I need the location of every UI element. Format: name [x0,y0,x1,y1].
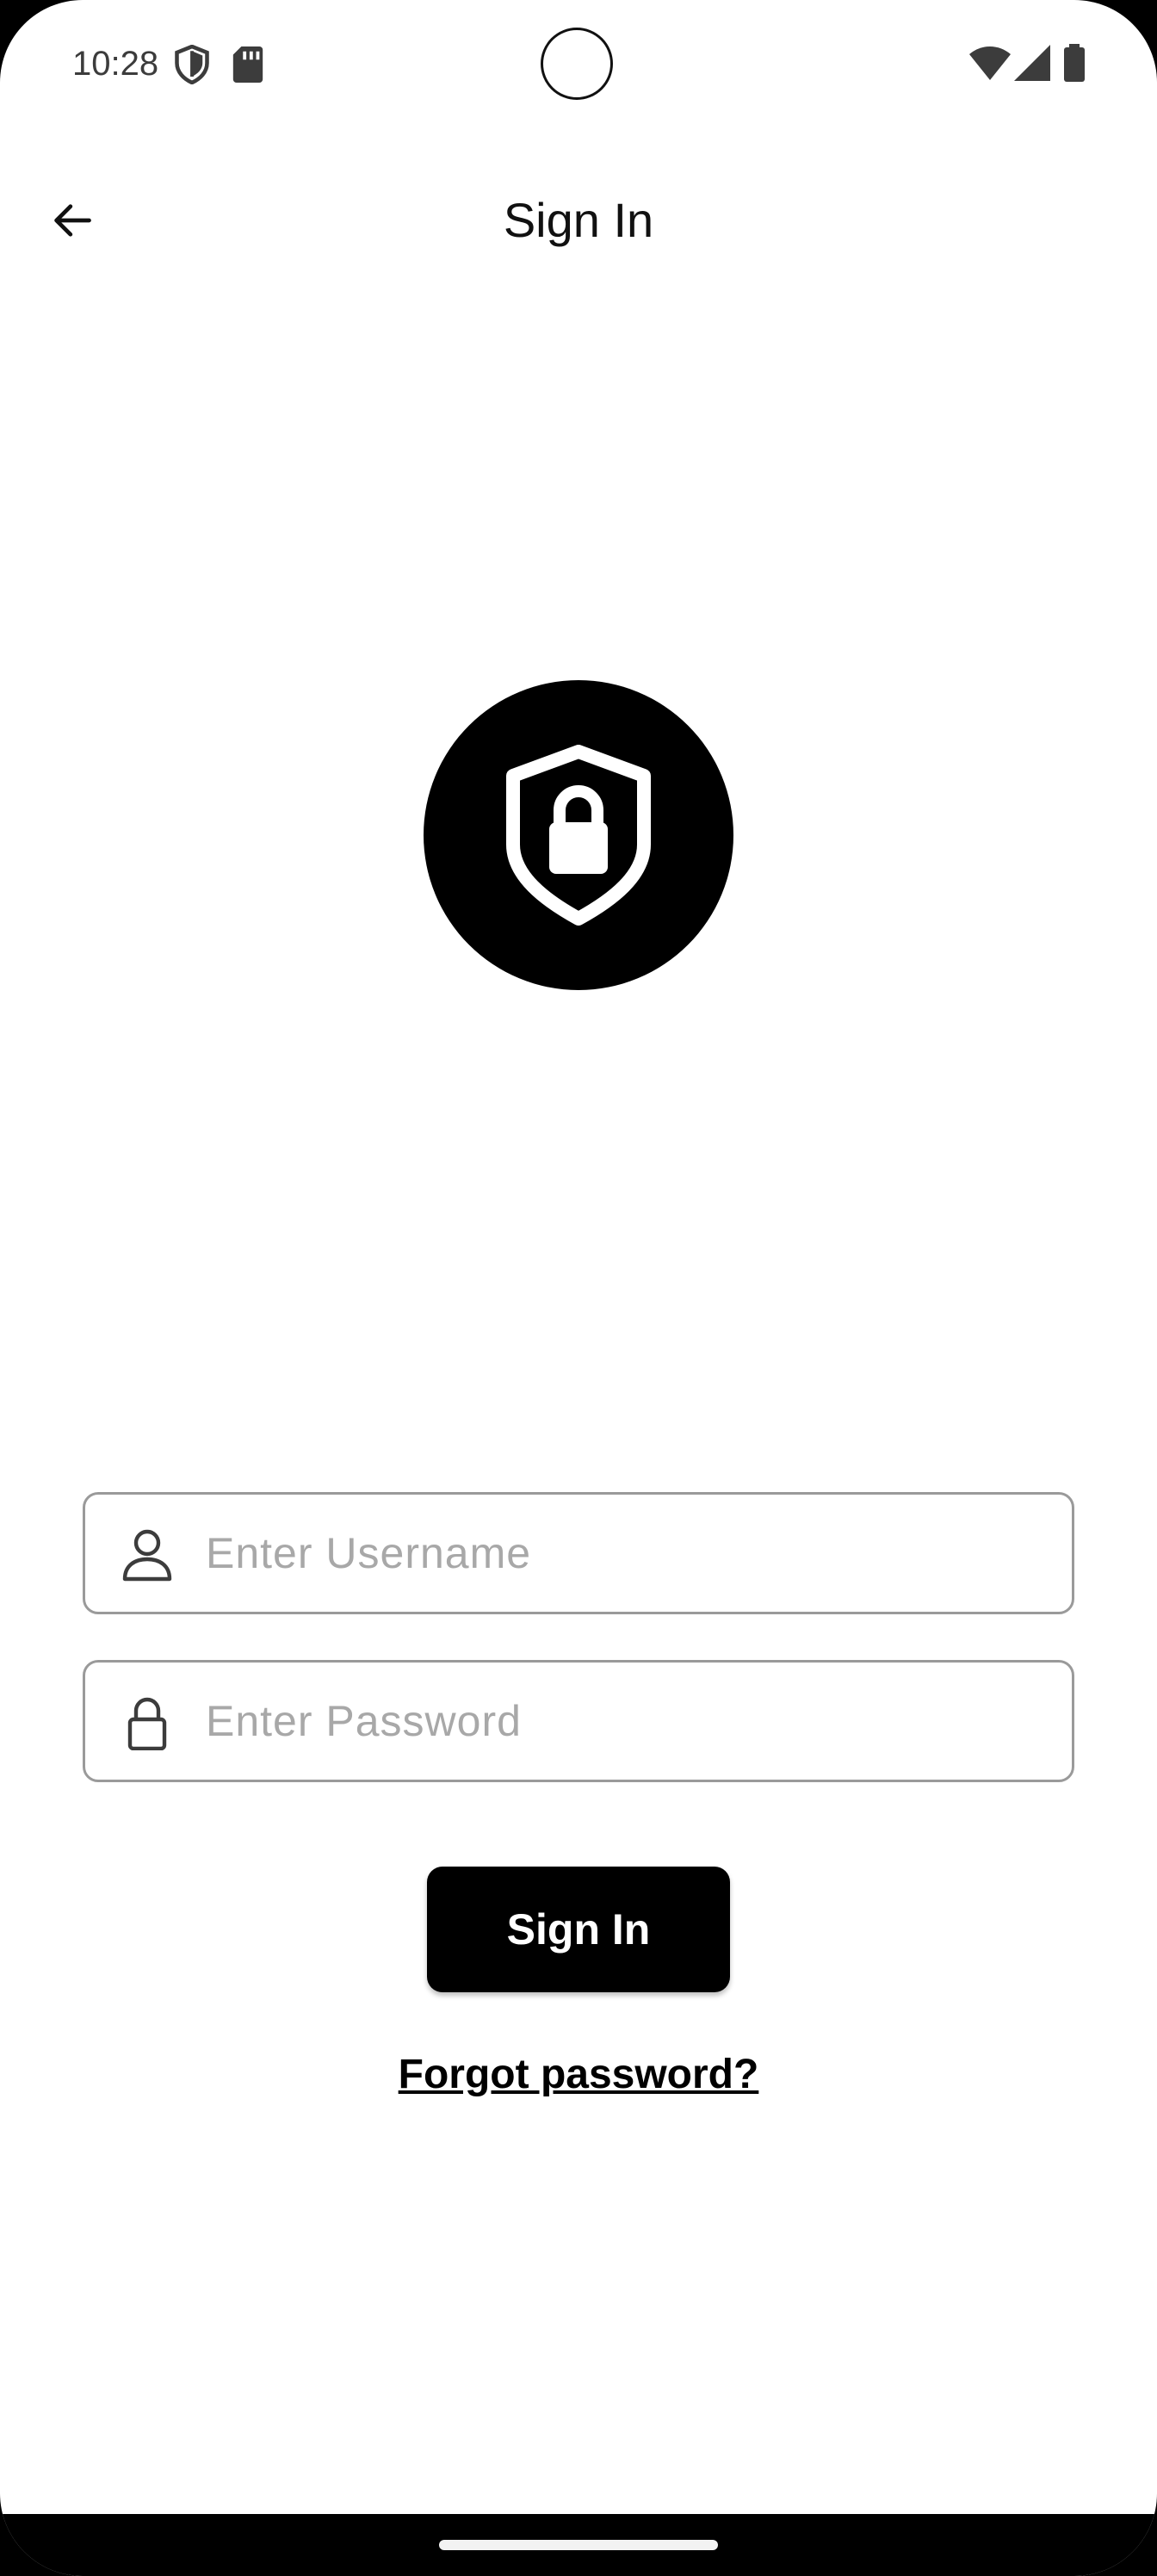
status-time: 10:28 [72,45,159,83]
person-icon [122,1529,172,1582]
shield-lock-icon [506,745,651,926]
home-indicator[interactable] [439,2540,718,2550]
username-input[interactable] [206,1495,1046,1612]
battery-icon [1064,44,1085,82]
lock-icon [127,1697,167,1750]
cell-signal-icon [1014,45,1050,81]
status-bar: 10:28 [0,0,1157,129]
phone-screen: 10:28 Sign In Enter Username Sign In For… [0,0,1157,2576]
password-field[interactable] [83,1660,1074,1782]
camera-cutout [541,28,613,100]
page-title: Sign In [503,193,654,247]
password-input[interactable] [206,1663,1046,1780]
username-field[interactable] [83,1492,1074,1614]
forgot-password-link[interactable]: Forgot password? [0,2049,1157,2101]
shield-icon [175,45,209,84]
app-logo [424,680,733,990]
sd-card-icon [232,46,263,83]
sign-in-button[interactable]: Sign In [427,1867,730,1992]
wifi-icon [969,46,1011,80]
